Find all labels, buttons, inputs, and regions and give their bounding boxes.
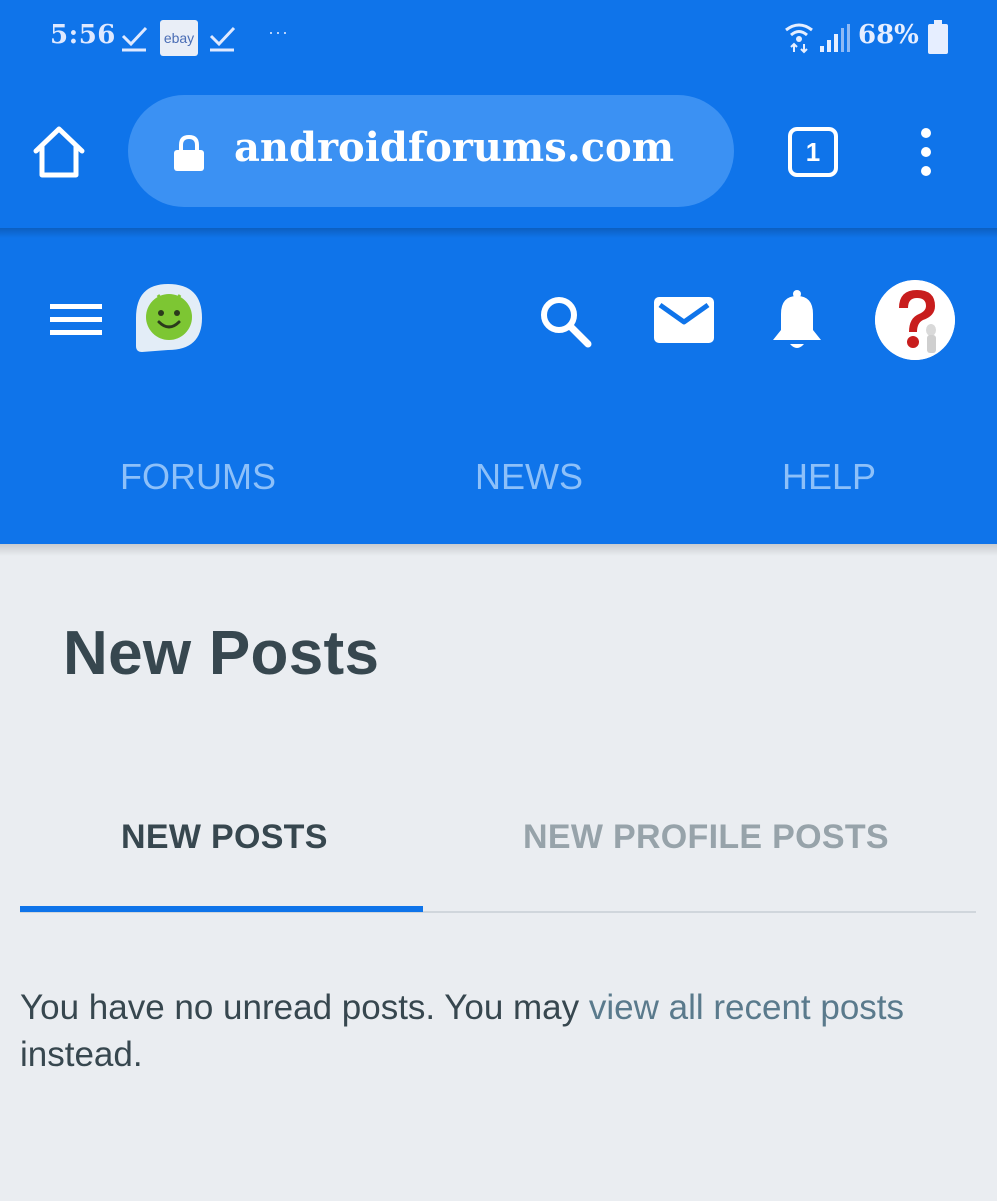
site-logo-icon[interactable] [130,280,206,356]
tab-switcher-button[interactable]: 1 [788,127,838,177]
browser-toolbar-shadow [0,228,997,238]
mail-icon[interactable] [654,297,714,343]
search-icon[interactable] [538,294,592,348]
notice-suffix: instead. [20,1035,143,1074]
header-shadow [0,544,997,556]
tab-new-posts[interactable]: NEW POSTS [121,818,328,857]
user-avatar[interactable] [875,280,955,360]
notice-text: You have no unread posts. You may [20,988,589,1027]
active-tab-indicator [20,906,423,912]
check-notification-icon [209,26,236,52]
more-options-icon[interactable] [912,127,940,177]
lock-icon [174,134,204,171]
status-time: 5:56 [50,20,116,50]
hamburger-menu-icon[interactable] [50,302,102,338]
notifications-bell-icon[interactable] [770,290,824,352]
battery-percent: 68% [858,20,919,50]
home-icon[interactable] [30,124,88,180]
page-title: New Posts [63,619,380,688]
status-bar: 5:56 ebay ··· 68% [0,0,997,78]
no-unread-notice: You have no unread posts. You may view a… [20,984,970,1078]
view-recent-posts-link[interactable]: view all recent posts [589,988,904,1027]
top-blue-area: 5:56 ebay ··· 68% androidforums.com 1 FO… [0,0,997,544]
signal-icon [820,24,850,52]
nav-forums[interactable]: FORUMS [120,456,276,498]
tab-new-profile-posts[interactable]: NEW PROFILE POSTS [523,818,889,857]
ebay-notification-icon: ebay [160,20,198,56]
nav-news[interactable]: NEWS [475,456,583,498]
wifi-icon [785,23,813,54]
question-mark-avatar-icon [875,280,955,360]
more-notifications-icon: ··· [268,22,289,42]
nav-help[interactable]: HELP [782,456,876,498]
check-notification-icon [121,26,148,52]
url-text[interactable]: androidforums.com [234,124,724,171]
battery-icon [928,20,948,54]
